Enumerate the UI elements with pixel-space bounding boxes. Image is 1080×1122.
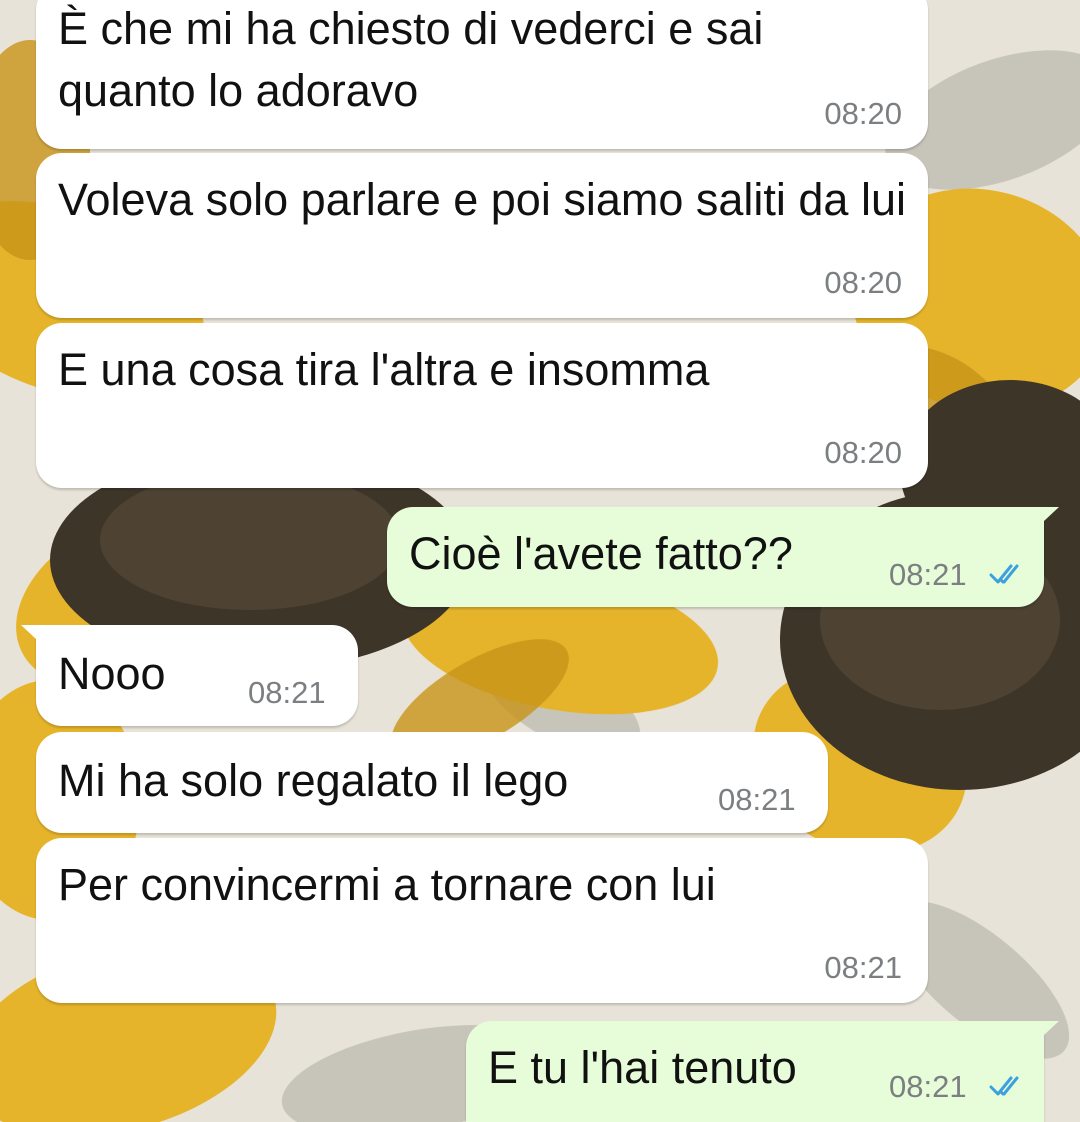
message-text: È che mi ha chiesto di vederci e sai qua… (58, 3, 764, 116)
incoming-message[interactable]: Mi ha solo regalato il lego 08:21 (36, 732, 828, 833)
message-timestamp: 08:20 (824, 435, 902, 470)
incoming-message[interactable]: Nooo 08:21 (21, 625, 358, 726)
message-text: Nooo (58, 648, 166, 699)
message-timestamp: 08:21 (824, 950, 902, 985)
message-text: E tu l'hai tenuto (488, 1042, 797, 1093)
message-timestamp: 08:21 (889, 557, 967, 592)
message-text: Cioè l'avete fatto?? (409, 528, 793, 579)
incoming-message[interactable]: E una cosa tira l'altra e insomma 08:20 (36, 323, 928, 488)
message-text: E una cosa tira l'altra e insomma (58, 344, 710, 395)
double-check-read-icon (989, 564, 1019, 584)
bubble-tail (1029, 1021, 1059, 1049)
double-check-read-icon (989, 1076, 1019, 1096)
message-timestamp: 08:21 (889, 1069, 967, 1104)
bubble-tail (21, 625, 51, 653)
message-text: Voleva solo parlare e poi siamo saliti d… (58, 174, 906, 225)
incoming-message[interactable]: Per convincermi a tornare con lui 08:21 (36, 838, 928, 1003)
bubble-tail (1029, 507, 1059, 535)
incoming-message[interactable]: Voleva solo parlare e poi siamo saliti d… (36, 153, 928, 318)
message-text: Per convincermi a tornare con lui (58, 859, 716, 910)
message-timestamp: 08:21 (248, 675, 326, 710)
chat-message-list[interactable]: È che mi ha chiesto di vederci e sai qua… (0, 0, 1080, 1122)
message-timestamp: 08:20 (824, 265, 902, 300)
message-timestamp: 08:21 (718, 782, 796, 817)
outgoing-message[interactable]: E tu l'hai tenuto 08:21 (466, 1021, 1059, 1122)
message-timestamp: 08:20 (824, 96, 902, 131)
outgoing-message[interactable]: Cioè l'avete fatto?? 08:21 (387, 507, 1059, 607)
incoming-message[interactable]: È che mi ha chiesto di vederci e sai qua… (36, 0, 928, 149)
message-text: Mi ha solo regalato il lego (58, 755, 569, 806)
